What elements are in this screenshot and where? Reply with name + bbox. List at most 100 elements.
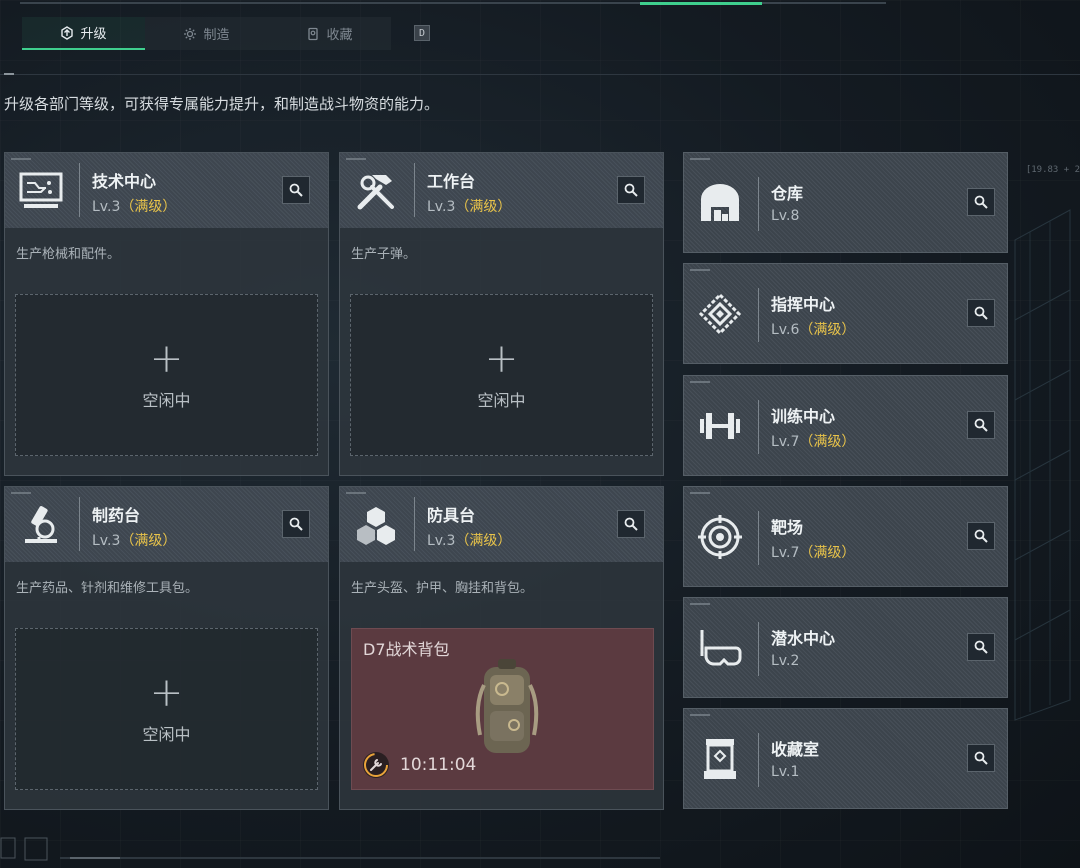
search-button[interactable]	[617, 510, 645, 538]
level-value: Lv.3	[92, 533, 121, 549]
divider-mark	[4, 73, 14, 75]
facility-card-warehouse[interactable]: 仓库 Lv.8	[683, 152, 1008, 253]
production-slot[interactable]: + 空闲中	[15, 628, 318, 790]
facility-card-armor-bench[interactable]: 防具台 Lv.3（满级） 生产头盔、护甲、胸挂和背包。 D7战术背包 10:11…	[339, 486, 664, 810]
search-icon	[974, 529, 988, 543]
tab-collection-label: 收藏	[326, 28, 353, 43]
facility-card-diving-center[interactable]: 潜水中心 Lv.2	[683, 597, 1008, 698]
facility-card-shooting-range[interactable]: 靶场 Lv.7（满级）	[683, 486, 1008, 587]
crafting-slot[interactable]: D7战术背包 10:11:04	[351, 628, 654, 790]
header-divider	[0, 74, 1080, 75]
max-level-badge: （满级）	[799, 322, 856, 338]
card-header: 工作台 Lv.3（满级）	[340, 153, 663, 228]
card-separator	[758, 177, 759, 231]
facility-name: 潜水中心	[771, 629, 836, 648]
facility-name: 制药台	[92, 506, 141, 525]
slot-status: 空闲中	[477, 391, 526, 410]
facility-card-pharmacy[interactable]: 制药台 Lv.3（满级） 生产药品、针剂和维修工具包。 + 空闲中	[4, 486, 329, 810]
card-corner-mark	[11, 158, 31, 160]
facility-level: Lv.3（满级）	[92, 196, 176, 216]
tab-craft[interactable]: 制造	[145, 17, 268, 50]
facility-level: Lv.3（满级）	[92, 530, 176, 550]
card-corner-mark	[690, 269, 710, 271]
warehouse-icon	[696, 179, 744, 227]
facility-description: 生产头盔、护甲、胸挂和背包。	[351, 581, 534, 596]
crafting-item-name: D7战术背包	[363, 640, 450, 659]
facility-card-tech-center[interactable]: 技术中心 Lv.3（满级） 生产枪械和配件。 + 空闲中	[4, 152, 329, 476]
search-button[interactable]	[617, 176, 645, 204]
search-icon	[974, 640, 988, 654]
card-corner-mark	[346, 158, 366, 160]
search-icon	[624, 183, 638, 197]
facility-name: 工作台	[427, 172, 476, 191]
card-header: 制药台 Lv.3（满级）	[5, 487, 328, 562]
search-button[interactable]	[967, 188, 995, 216]
level-value: Lv.3	[427, 199, 456, 215]
search-button[interactable]	[282, 176, 310, 204]
display-case-icon	[696, 735, 744, 783]
facility-level: Lv.7（满级）	[771, 542, 855, 562]
facility-level: Lv.6（满级）	[771, 319, 855, 339]
card-header: 技术中心 Lv.3（满级）	[5, 153, 328, 228]
max-level-badge: （满级）	[120, 199, 177, 215]
tab-upgrade[interactable]: 升级	[22, 17, 145, 50]
search-icon	[289, 517, 303, 531]
card-corner-mark	[11, 492, 31, 494]
wireframe-decoration	[1014, 209, 1071, 721]
production-slot[interactable]: + 空闲中	[15, 294, 318, 456]
search-icon	[289, 183, 303, 197]
card-corner-mark	[346, 492, 366, 494]
tab-bar: 升级 制造 收藏	[22, 17, 391, 50]
facility-card-workbench[interactable]: 工作台 Lv.3（满级） 生产子弹。 + 空闲中	[339, 152, 664, 476]
level-value: Lv.7	[771, 545, 800, 561]
max-level-badge: （满级）	[455, 199, 512, 215]
facility-card-training-center[interactable]: 训练中心 Lv.7（满级）	[683, 375, 1008, 476]
tab-craft-label: 制造	[203, 28, 230, 43]
level-value: Lv.6	[771, 322, 800, 338]
bottom-decoration	[0, 837, 660, 861]
production-slot[interactable]: + 空闲中	[350, 294, 653, 456]
diving-mask-icon	[696, 624, 744, 672]
crafting-time: 10:11:04	[400, 755, 477, 775]
max-level-badge: （满级）	[799, 434, 856, 450]
add-icon: +	[149, 336, 184, 382]
facility-name: 仓库	[771, 184, 804, 203]
dumbbell-icon	[696, 402, 744, 450]
search-button[interactable]	[967, 744, 995, 772]
tab-collection[interactable]: 收藏	[268, 17, 391, 50]
search-button[interactable]	[967, 299, 995, 327]
tab-shortcut-key: D	[414, 25, 430, 41]
collection-icon	[306, 27, 320, 41]
upgrade-icon	[60, 25, 74, 40]
target-icon	[696, 513, 744, 561]
card-corner-mark	[690, 492, 710, 494]
slot-status: 空闲中	[142, 725, 191, 744]
top-progress-line	[20, 2, 886, 5]
level-value: Lv.7	[771, 434, 800, 450]
facility-name: 收藏室	[771, 740, 820, 759]
tab-upgrade-label: 升级	[80, 27, 107, 42]
search-icon	[974, 195, 988, 209]
card-separator	[414, 163, 415, 217]
add-icon: +	[149, 670, 184, 716]
search-button[interactable]	[967, 522, 995, 550]
search-button[interactable]	[967, 411, 995, 439]
card-separator	[758, 622, 759, 676]
facility-card-command-center[interactable]: 指挥中心 Lv.6（满级）	[683, 263, 1008, 364]
card-separator	[758, 288, 759, 342]
level-value: Lv.1	[771, 764, 800, 780]
gear-icon	[183, 27, 197, 41]
page-description: 升级各部门等级，可获得专属能力提升，和制造战斗物资的能力。	[4, 95, 440, 113]
max-level-badge: （满级）	[120, 533, 177, 549]
facility-level: Lv.8	[771, 208, 799, 224]
level-value: Lv.3	[92, 199, 121, 215]
card-separator	[758, 511, 759, 565]
search-icon	[974, 418, 988, 432]
search-button[interactable]	[282, 510, 310, 538]
search-icon	[624, 517, 638, 531]
facility-name: 防具台	[427, 506, 476, 525]
facility-description: 生产子弹。	[351, 247, 417, 262]
facility-card-collection-room[interactable]: 收藏室 Lv.1	[683, 708, 1008, 809]
search-button[interactable]	[967, 633, 995, 661]
card-corner-mark	[690, 381, 710, 383]
